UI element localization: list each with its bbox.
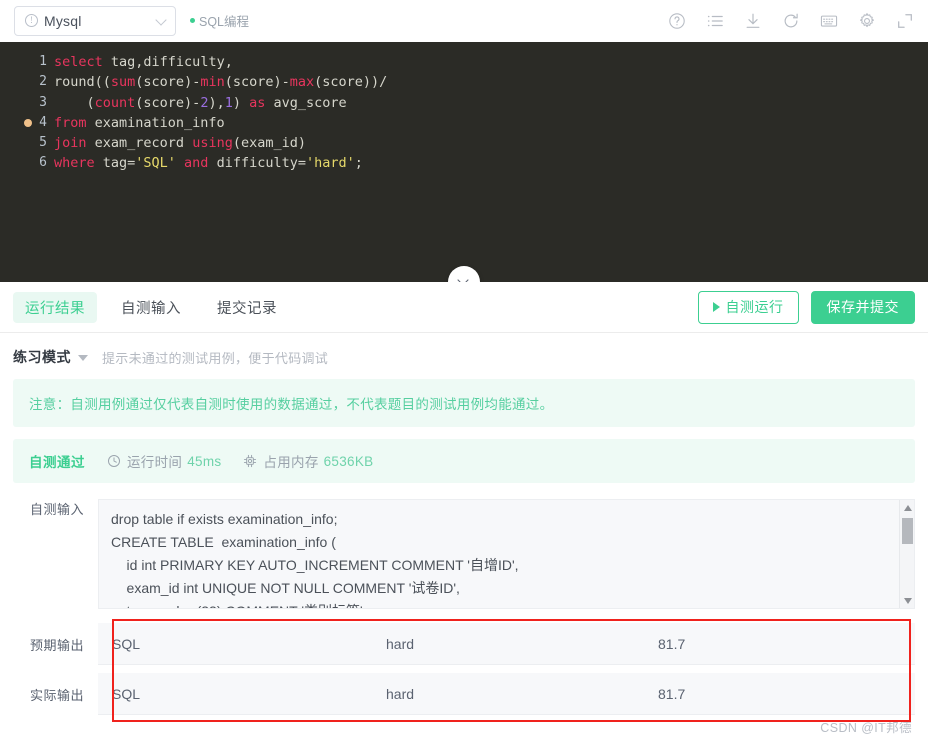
download-icon[interactable] [744,12,762,30]
practice-mode-line: 练习模式 提示未通过的测试用例，便于代码调试 [13,345,915,369]
code-line-text: select tag,difficulty, [54,54,233,70]
scrollbar-thumb[interactable] [902,518,913,544]
self-input-textarea[interactable]: drop table if exists examination_info; C… [98,499,915,609]
result-panel: 练习模式 提示未通过的测试用例，便于代码调试 注意：自测用例通过仅代表自测时使用… [0,333,928,744]
code-editor[interactable]: 1 select tag,difficulty, 2 round((sum(score… [0,42,928,282]
code-line: 1 select tag,difficulty, [0,52,928,72]
help-icon[interactable] [668,12,686,30]
code-line: 4 from examination_info [0,113,928,133]
watermark: CSDN @IT邦德 [820,721,912,735]
line-number: 5 [39,135,47,151]
code-line: 2 round((sum(score)-min(score)-max(score)… [0,72,928,92]
chevron-down-icon [156,15,167,26]
expected-cell-score: 81.7 [658,635,686,652]
self-input-scrollbar[interactable] [899,500,914,608]
tab-submit-history[interactable]: 提交记录 [205,292,289,323]
run-time-label: 运行时间 [127,455,183,470]
info-circle-icon: ! [25,14,38,27]
line-number: 4 [0,113,54,133]
self-input-label: 自测输入 [29,502,84,517]
line-number: 2 [39,74,47,90]
sql-mode-tag-label: SQL编程 [199,15,250,29]
chevron-down-icon [459,277,469,282]
result-tabbar: 运行结果 自测输入 提交记录 自测运行 保存并提交 [0,282,928,333]
table-row: SQL hard 81.7 [98,623,915,665]
list-icon[interactable] [706,12,724,30]
toolbar-icon-group [668,12,914,30]
save-and-submit-button[interactable]: 保存并提交 [810,290,915,324]
memory-label: 占用内存 [263,455,319,470]
memory-item: 占用内存 6536KB [243,451,373,471]
breakpoint-icon[interactable] [24,119,32,128]
sql-mode-tag: SQL编程 [190,11,249,30]
memory-value: 6536KB [323,453,374,469]
actual-cell-score: 81.7 [658,685,686,702]
tab-self-input[interactable]: 自测输入 [109,292,193,323]
line-number: 3 [39,94,47,110]
expected-output-label: 预期输出 [29,637,84,653]
notice-banner: 注意：自测用例通过仅代表自测时使用的数据通过，不代表题目的测试用例均能通过。 [13,379,915,427]
status-badge: 自测通过 [29,455,85,470]
code-line-text: (count(score)-2),1) as avg_score [54,94,347,111]
sql-practice-page: ! Mysql SQL编程 1 select tag,difficulty, 2… [0,0,928,744]
keyboard-icon[interactable] [820,12,838,30]
actual-output-label: 实际输出 [29,687,84,703]
play-icon [712,302,720,312]
run-time-item: 运行时间 45ms [107,451,221,471]
expected-output-row: 预期输出 SQL hard 81.7 [13,623,915,665]
code-line-text: from examination_info [54,114,225,131]
output-comparison-group: 预期输出 SQL hard 81.7 实际输出 SQL hard 81.7 [13,619,915,722]
code-line-text: where tag='SQL' and difficulty='hard'; [54,155,363,172]
caret-down-icon[interactable] [78,355,88,361]
self-run-button-label: 自测运行 [725,299,784,315]
language-select[interactable]: ! Mysql [14,5,176,36]
self-input-value: drop table if exists examination_info; C… [111,511,519,608]
expected-cell-tag: SQL [112,635,141,652]
actual-cell-tag: SQL [112,685,141,702]
code-line: 3 (count(score)-2),1) as avg_score [0,93,928,113]
line-number: 6 [39,155,47,171]
status-dot-icon [190,18,195,23]
self-run-button[interactable]: 自测运行 [697,290,799,324]
tab-run-result[interactable]: 运行结果 [13,291,97,323]
code-line: 6 where tag='SQL' and difficulty='hard'; [0,153,928,173]
actual-output-row: 实际输出 SQL hard 81.7 [13,673,915,715]
code-line-text: round((sum(score)-min(score)-max(score))… [54,74,388,91]
editor-toolbar: ! Mysql SQL编程 [0,0,928,42]
gear-icon[interactable] [858,12,876,30]
run-status-bar: 自测通过 运行时间 45ms 占用内存 6536KB [13,439,915,483]
clock-icon [107,454,121,468]
practice-mode-label[interactable]: 练习模式 [13,347,71,367]
code-lines[interactable]: 1 select tag,difficulty, 2 round((sum(score… [0,52,928,174]
fullscreen-icon[interactable] [896,12,914,30]
actual-cell-difficulty: hard [386,685,415,702]
practice-mode-hint: 提示未通过的测试用例，便于代码调试 [102,350,329,366]
language-select-value: Mysql [44,12,82,29]
refresh-icon[interactable] [782,12,800,30]
code-line: 5 join exam_record using(exam_id) [0,133,928,153]
run-time-value: 45ms [187,453,222,469]
triangle-down-icon[interactable] [900,593,914,608]
table-row: SQL hard 81.7 [98,673,915,715]
self-input-row: 自测输入 drop table if exists examination_in… [13,499,915,609]
code-line-text: join exam_record using(exam_id) [54,135,306,152]
expected-cell-difficulty: hard [386,635,415,652]
collapse-editor-button[interactable] [448,266,480,282]
line-number: 1 [39,54,47,69]
triangle-up-icon[interactable] [900,500,914,515]
chip-icon [243,454,257,468]
